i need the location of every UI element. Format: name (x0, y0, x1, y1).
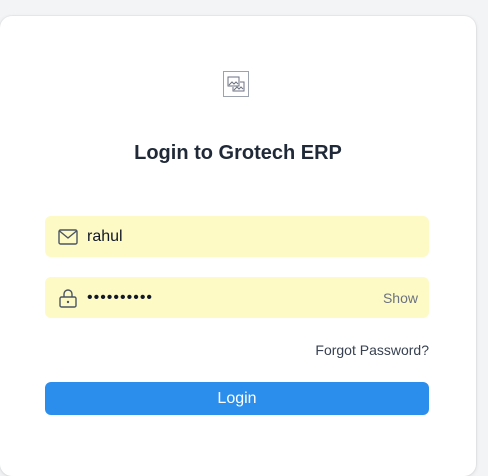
username-input[interactable] (87, 216, 387, 257)
show-password-toggle[interactable]: Show (383, 290, 418, 306)
broken-image-icon (227, 76, 245, 92)
logo-image (223, 71, 249, 97)
password-field[interactable]: Show (45, 277, 429, 318)
login-card: Login to Grotech ERP Show Forgot Passwor… (0, 16, 476, 476)
username-field[interactable] (45, 216, 429, 257)
password-input[interactable] (87, 277, 387, 318)
forgot-password-link[interactable]: Forgot Password? (315, 342, 429, 358)
page-title: Login to Grotech ERP (134, 142, 342, 164)
login-button[interactable]: Login (45, 382, 429, 415)
lock-icon (57, 288, 79, 308)
mail-icon (57, 227, 79, 247)
